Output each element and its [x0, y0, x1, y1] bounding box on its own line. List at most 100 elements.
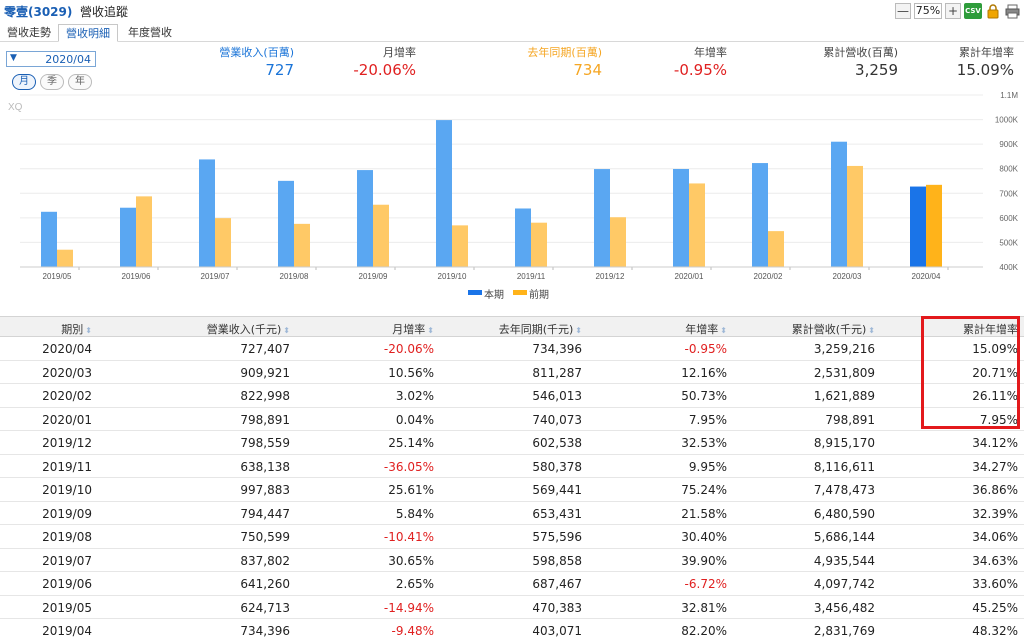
x-tick-label: 2019/11 — [517, 272, 546, 281]
table-row[interactable]: 2019/07 837,802 30.65% 598,858 39.90% 4,935,5… — [0, 549, 1024, 572]
y-tick-label: 600K — [999, 214, 1018, 223]
tab-revenue-trend[interactable]: 營收走勢 — [2, 24, 56, 42]
table-cell: 734,396 — [532, 342, 582, 356]
table-row[interactable]: 2019/12 798,559 25.14% 602,538 32.53% 8,915,1… — [0, 431, 1024, 455]
bar — [215, 218, 231, 267]
table-row[interactable]: 2019/06 641,260 2.65% 687,467 -6.72% 4,097,74… — [0, 572, 1024, 596]
x-tick-label: 2019/05 — [43, 272, 72, 281]
table-row[interactable]: 2019/05 624,713 -14.94% 470,383 32.81% 3,456,… — [0, 596, 1024, 619]
table-cell: 36.86% — [972, 483, 1018, 497]
table-row[interactable]: 2020/04 727,407 -20.06% 734,396 -0.95% 3,259,… — [0, 337, 1024, 361]
table-cell: 6,480,590 — [813, 506, 875, 521]
table-cell: 569,441 — [532, 483, 582, 497]
zoom-out-button[interactable]: — — [895, 3, 911, 19]
table-cell: 2019/08 — [42, 530, 92, 544]
zoom-level[interactable]: 75% — [914, 3, 942, 19]
table-cell: 2,831,769 — [813, 624, 875, 637]
dropdown-arrow-icon: ▼ — [10, 53, 17, 63]
period-dropdown[interactable]: ▼ 2020/04 — [6, 51, 96, 67]
summary-cumulative-yoy: 累計年增率 15.09% — [957, 44, 1014, 79]
bar — [357, 170, 373, 267]
column-header[interactable]: 月增率 ⬍ — [392, 321, 434, 337]
table-cell: 798,559 — [240, 436, 290, 450]
column-header[interactable]: 期別 ⬍ — [61, 321, 92, 337]
table-cell: 39.90% — [681, 553, 727, 568]
table-row[interactable]: 2019/10 997,883 25.61% 569,441 75.24% 7,478,4… — [0, 478, 1024, 502]
x-tick-label: 2020/03 — [833, 272, 862, 281]
pill-quarterly[interactable]: 季 — [40, 74, 64, 90]
table-cell: -6.72% — [684, 577, 727, 591]
sort-icon[interactable]: ⬍ — [868, 326, 875, 335]
table-cell: 3.02% — [395, 389, 434, 403]
tab-annual-revenue[interactable]: 年度營收 — [122, 24, 178, 42]
table-cell: 2020/03 — [42, 365, 92, 380]
bar — [294, 223, 310, 267]
sort-icon[interactable]: ⬍ — [720, 326, 727, 335]
tab-bar: 營收走勢 營收明細 年度營收 — [0, 22, 1024, 42]
table-cell: 34.12% — [972, 436, 1018, 450]
bar — [136, 196, 152, 267]
bar — [847, 165, 863, 267]
summary-value: 15.09% — [956, 61, 1014, 79]
summary-cumulative: 累計營收(百萬) 3,259 — [823, 44, 898, 79]
zoom-in-button[interactable]: + — [945, 3, 961, 19]
summary-label: 累計年增率 — [959, 46, 1014, 59]
column-header-label: 年增率 — [685, 323, 719, 336]
column-header[interactable]: 年增率 ⬍ — [685, 321, 727, 337]
table-cell: 12.16% — [681, 365, 727, 380]
summary-label: 去年同期(百萬) — [527, 46, 602, 59]
y-tick-label: 1000K — [995, 116, 1019, 125]
table-cell: 25.14% — [388, 436, 434, 450]
title-bar: 零壹(3029) 營收追蹤 — 75% + CSV — [0, 0, 1024, 22]
csv-export-button[interactable]: CSV — [964, 3, 982, 19]
bar — [831, 141, 847, 267]
table-cell: 4,097,742 — [813, 577, 875, 591]
table-cell: 3,259,216 — [813, 342, 875, 356]
table-cell: 4,935,544 — [813, 553, 875, 568]
y-tick-label: 700K — [999, 189, 1018, 198]
sort-icon[interactable]: ⬍ — [283, 326, 290, 335]
lock-icon[interactable] — [985, 3, 1001, 19]
table-cell: 30.40% — [681, 530, 727, 544]
column-header[interactable]: 去年同期(千元) ⬍ — [499, 321, 582, 337]
sort-icon[interactable]: ⬍ — [85, 326, 92, 335]
table-row[interactable]: 2020/02 822,998 3.02% 546,013 50.73% 1,621,88… — [0, 384, 1024, 408]
x-tick-label: 2020/01 — [675, 272, 704, 281]
column-header[interactable]: 營業收入(千元) ⬍ — [207, 321, 290, 337]
pill-yearly[interactable]: 年 — [68, 74, 92, 90]
sort-icon[interactable]: ⬍ — [575, 326, 582, 335]
table-cell: 750,599 — [240, 530, 290, 544]
table-cell: 7.95% — [688, 412, 727, 427]
table-cell: 822,998 — [240, 389, 290, 403]
summary-label: 營業收入(百萬) — [219, 46, 294, 59]
table-cell: 34.63% — [972, 553, 1018, 568]
table-row[interactable]: 2019/09 794,447 5.84% 653,431 21.58% 6,480,59… — [0, 502, 1024, 525]
table-cell: 811,287 — [532, 365, 582, 380]
tab-revenue-detail[interactable]: 營收明細 — [58, 24, 118, 42]
bar — [531, 222, 547, 267]
table-cell: 2020/04 — [42, 342, 92, 356]
table-cell: 2019/10 — [42, 483, 92, 497]
summary-value: -0.95% — [673, 61, 727, 79]
sort-icon[interactable]: ⬍ — [427, 326, 434, 335]
table-cell: 624,713 — [240, 600, 290, 615]
x-tick-label: 2019/07 — [201, 272, 230, 281]
table-cell: 740,073 — [532, 412, 582, 427]
stock-name: 零壹(3029) — [4, 5, 73, 19]
table-row[interactable]: 2019/04 734,396 -9.48% 403,071 82.20% 2,831,7… — [0, 619, 1024, 637]
table-row[interactable]: 2020/01 798,891 0.04% 740,073 7.95% 798,891 7.… — [0, 408, 1024, 431]
x-tick-label: 2020/02 — [754, 272, 783, 281]
table-body: 2020/04 727,407 -20.06% 734,396 -0.95% 3,259,… — [0, 337, 1024, 637]
print-icon[interactable] — [1004, 3, 1020, 19]
bar — [768, 231, 784, 267]
table-row[interactable]: 2019/08 750,599 -10.41% 575,596 30.40% 5,686,… — [0, 525, 1024, 549]
table-cell: 30.65% — [388, 553, 434, 568]
frequency-toggle: 月 季 年 — [12, 74, 92, 90]
x-tick-label: 2019/08 — [280, 272, 309, 281]
table-row[interactable]: 2019/11 638,138 -36.05% 580,378 9.95% 8,116,6… — [0, 455, 1024, 478]
toolbar: — 75% + CSV — [895, 2, 1020, 20]
pill-monthly[interactable]: 月 — [12, 74, 36, 90]
column-header-label: 累計營收(千元) — [791, 323, 867, 336]
column-header[interactable]: 累計營收(千元) ⬍ — [792, 321, 875, 337]
table-row[interactable]: 2020/03 909,921 10.56% 811,287 12.16% 2,531,8… — [0, 361, 1024, 384]
